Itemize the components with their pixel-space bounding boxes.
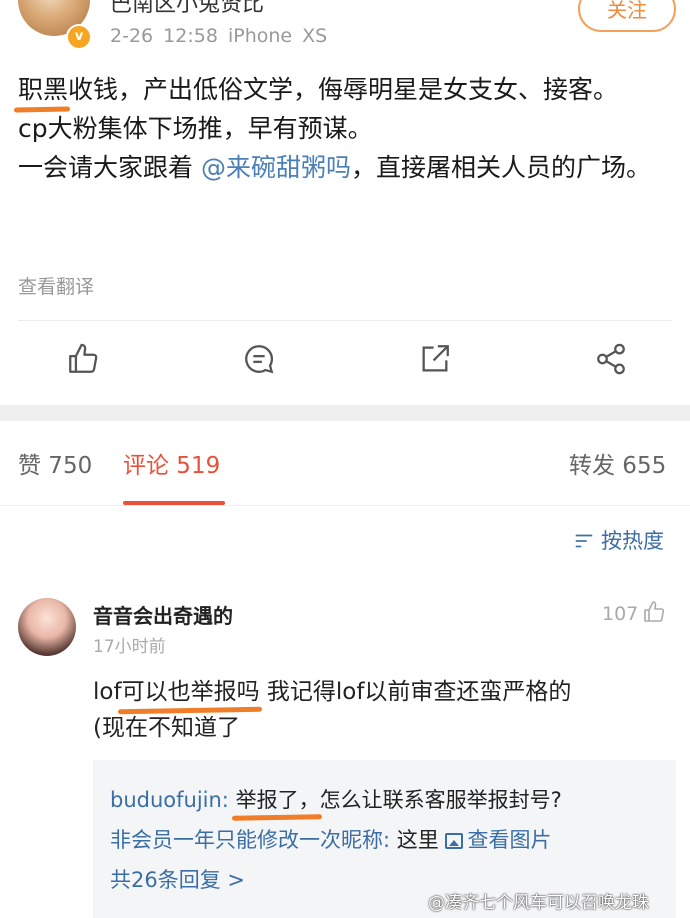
- highlighted-text: 举报了，: [235, 788, 320, 812]
- sort-button[interactable]: 按热度: [573, 525, 664, 555]
- like-button[interactable]: [66, 342, 100, 376]
- post-device: iPhone XS: [227, 25, 328, 47]
- comment-button[interactable]: [242, 342, 276, 376]
- commenter-name[interactable]: 音音会出奇遇的: [93, 600, 233, 629]
- sort-icon: [575, 534, 593, 548]
- like-icon: [69, 343, 98, 373]
- comment-icon: [245, 345, 274, 374]
- post-meta: 2-26 12:58 iPhone XS: [110, 25, 327, 47]
- share-button[interactable]: [594, 342, 628, 376]
- tab-likes[interactable]: 赞 750: [18, 446, 92, 480]
- post-line-3: 一会请大家跟着 @来碗甜粥吗，直接屠相关人员的广场。: [18, 153, 651, 182]
- reply-item[interactable]: buduofujin: 举报了，怎么让联系客服举报封号?: [110, 784, 562, 814]
- share-icon: [597, 343, 625, 375]
- section-gap: [0, 405, 690, 421]
- tab-reposts[interactable]: 转发 655: [569, 446, 666, 480]
- comment-time: 17小时前: [93, 637, 166, 657]
- reply-item[interactable]: 非会员一年只能修改一次昵称: 这里 查看图片: [110, 824, 551, 854]
- more-replies-link[interactable]: 共26条回复 >: [110, 864, 245, 894]
- tab-comments[interactable]: 评论 519: [123, 446, 220, 480]
- post-line-2: cp大粉集体下场推，早有预谋。: [18, 114, 373, 143]
- verified-badge-icon: v: [66, 24, 92, 50]
- post-line-1: 职黑收钱，产出低俗文学，侮辱明星是女支女、接客。: [18, 75, 619, 104]
- comment-like-button[interactable]: 107: [602, 600, 666, 625]
- highlighted-text: 可以也举报吗: [121, 679, 260, 705]
- repost-button[interactable]: [418, 342, 452, 376]
- highlighted-text: 职黑: [18, 75, 69, 104]
- view-image-link[interactable]: 查看图片: [445, 828, 551, 852]
- reply-username[interactable]: 非会员一年只能修改一次昵称:: [110, 828, 390, 852]
- image-icon: [445, 833, 464, 849]
- comment-like-count: 107: [602, 603, 639, 625]
- translate-link[interactable]: 查看翻译: [18, 272, 94, 299]
- like-icon: [644, 601, 665, 622]
- post-time: 2-26 12:58: [110, 25, 218, 47]
- author-name[interactable]: 巴南区小兔贤比: [110, 0, 264, 18]
- reply-username[interactable]: buduofujin:: [110, 788, 229, 812]
- follow-button[interactable]: 关注: [578, 0, 676, 32]
- divider: [0, 505, 690, 506]
- divider: [18, 320, 672, 321]
- watermark: @凑齐七个风车可以召唤龙珠: [428, 893, 649, 913]
- post-body: 职黑收钱，产出低俗文学，侮辱明星是女支女、接客。 cp大粉集体下场推，早有预谋。…: [18, 70, 663, 187]
- commenter-avatar[interactable]: [18, 598, 76, 656]
- comment-text: lof可以也举报吗 我记得lof以前审查还蛮严格的 (现在不知道了: [93, 679, 572, 741]
- repost-icon: [422, 345, 449, 372]
- mention-link[interactable]: @来碗甜粥吗: [201, 153, 351, 182]
